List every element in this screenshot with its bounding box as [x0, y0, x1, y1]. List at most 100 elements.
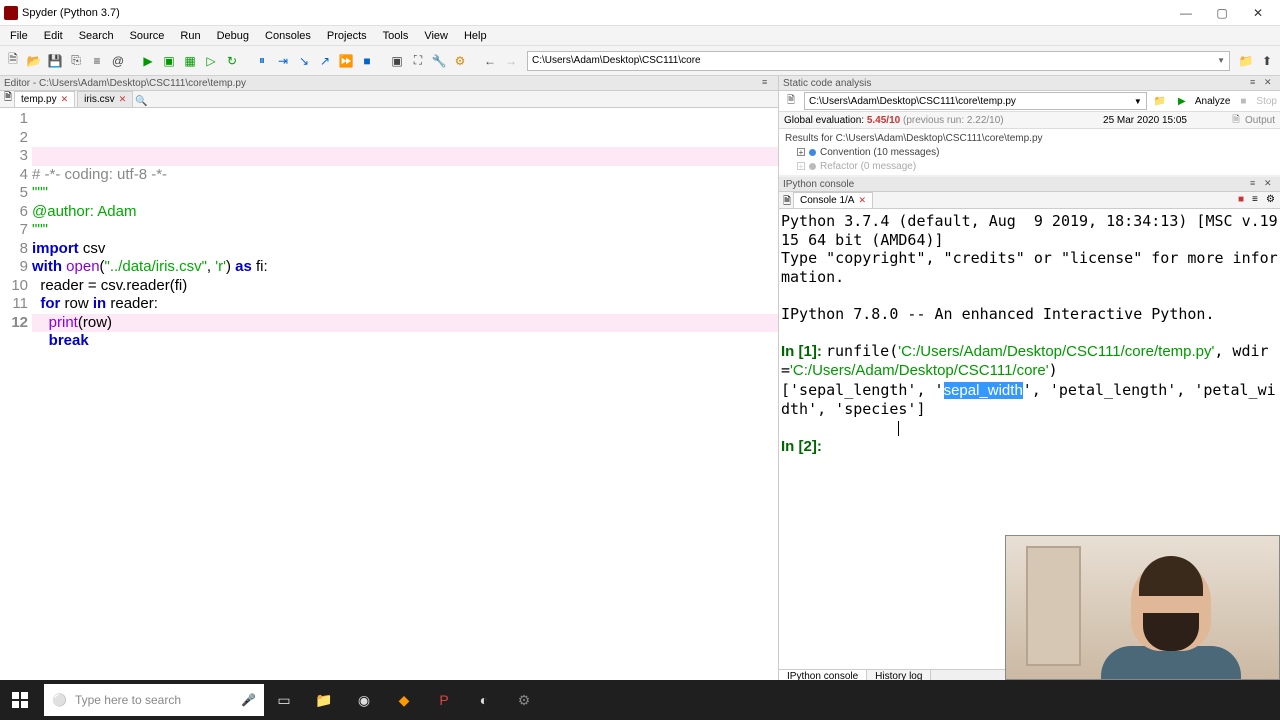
forward-icon[interactable]: →	[502, 52, 520, 70]
file-explorer-icon[interactable]: 📁	[304, 680, 344, 720]
run-selection-icon[interactable]: ▷	[202, 52, 220, 70]
editor-search-icon[interactable]: 🔍	[135, 96, 149, 107]
static-browse-icon[interactable]: 📁	[1151, 92, 1169, 110]
tab-browse-icon[interactable]: 🗎	[0, 90, 14, 107]
task-view-icon[interactable]: ▭	[264, 680, 304, 720]
console-tab-label: Console 1/A	[800, 195, 854, 206]
save-icon[interactable]: 💾	[46, 52, 64, 70]
restart-icon[interactable]: ≡	[1252, 194, 1266, 208]
at-icon[interactable]: @	[109, 52, 127, 70]
analyze-label[interactable]: Analyze	[1195, 96, 1231, 107]
continue-icon[interactable]: ⏩	[337, 52, 355, 70]
tab-iris-csv[interactable]: iris.csv ✕	[77, 91, 133, 107]
step-in-icon[interactable]: ↘	[295, 52, 313, 70]
results-header: Results for C:\Users\Adam\Desktop\CSC111…	[779, 131, 1280, 145]
minimize-button[interactable]	[1168, 3, 1204, 23]
expand-icon[interactable]: +	[797, 162, 805, 170]
console-header-text: IPython console	[783, 179, 854, 190]
menu-run[interactable]: Run	[174, 28, 206, 44]
line-gutter: 1 2 3 4 5 6 7 8 9 10 11 12	[0, 108, 32, 684]
menu-tools[interactable]: Tools	[377, 28, 415, 44]
interrupt-icon[interactable]: ■	[1238, 194, 1252, 208]
console-tabs: 🗎 Console 1/A ✕ ■ ≡ ⚙	[779, 192, 1280, 209]
static-history-icon[interactable]: 🗎	[782, 92, 800, 110]
menu-source[interactable]: Source	[124, 28, 171, 44]
menu-edit[interactable]: Edit	[38, 28, 69, 44]
run-cell-icon[interactable]: ▣	[160, 52, 178, 70]
menu-search[interactable]: Search	[73, 28, 120, 44]
taskbar-icons: ▭ 📁 ◉ ◆ P ◐ ⚙	[264, 680, 544, 720]
maximize-pane-icon[interactable]: ▣	[388, 52, 406, 70]
save-all-icon[interactable]: ⎘	[67, 52, 85, 70]
convention-row[interactable]: + Convention (10 messages)	[779, 145, 1280, 159]
menu-file[interactable]: File	[4, 28, 34, 44]
windows-icon	[12, 692, 28, 708]
spyder-icon[interactable]: ⚙	[504, 680, 544, 720]
debug-icon[interactable]: ⏸	[253, 52, 271, 70]
mic-icon[interactable]: 🎤	[241, 693, 256, 707]
list-icon[interactable]: ≡	[88, 52, 106, 70]
menu-debug[interactable]: Debug	[211, 28, 255, 44]
console-options-icon[interactable]: ≡	[1250, 178, 1262, 190]
close-console-tab-icon[interactable]: ✕	[858, 195, 866, 206]
analyze-button[interactable]: ▶	[1173, 92, 1191, 110]
run-cell-advance-icon[interactable]: ▦	[181, 52, 199, 70]
obs-icon[interactable]: ◐	[464, 680, 504, 720]
static-panel: 🗎 C:\Users\Adam\Desktop\CSC111\core\temp…	[779, 91, 1280, 175]
open-file-icon[interactable]: 📂	[25, 52, 43, 70]
menu-help[interactable]: Help	[458, 28, 493, 44]
rerun-icon[interactable]: ↻	[223, 52, 241, 70]
step-icon[interactable]: ⇥	[274, 52, 292, 70]
close-tab-icon[interactable]: ✕	[119, 94, 127, 105]
code-area[interactable]: # -*- coding: utf-8 -*-"""@author: Adam"…	[32, 108, 778, 684]
preferences-icon[interactable]: 🔧	[430, 52, 448, 70]
python-path-icon[interactable]: ⚙	[451, 52, 469, 70]
browse-dir-icon[interactable]: 📁	[1237, 52, 1255, 70]
tab-label: temp.py	[21, 94, 57, 105]
output-icon[interactable]: 🗎	[1227, 111, 1245, 129]
taskbar: ⚪ Type here to search 🎤 ▭ 📁 ◉ ◆ P ◐ ⚙	[0, 680, 1280, 720]
maximize-button[interactable]	[1204, 3, 1240, 23]
start-button[interactable]	[0, 680, 40, 720]
static-close-icon[interactable]: ✕	[1264, 77, 1276, 89]
stop-analyze-icon[interactable]: ■	[1234, 92, 1252, 110]
current-line-highlight	[32, 147, 778, 166]
static-options-icon[interactable]: ≡	[1250, 77, 1262, 89]
powerpoint-icon[interactable]: P	[424, 680, 464, 720]
editor-tabs: 🗎 temp.py ✕ iris.csv ✕ 🔍	[0, 91, 778, 108]
editor-options-icon[interactable]: ≡	[762, 77, 774, 89]
refactor-text: Refactor (0 message)	[820, 161, 916, 172]
refactor-icon	[809, 163, 816, 170]
chrome-icon[interactable]: ◉	[344, 680, 384, 720]
new-file-icon[interactable]: 🗎	[4, 52, 22, 70]
menu-projects[interactable]: Projects	[321, 28, 373, 44]
eval-score: 5.45/10	[867, 115, 900, 126]
parent-dir-icon[interactable]: ⬆	[1258, 52, 1276, 70]
titlebar: Spyder (Python 3.7)	[0, 0, 1280, 26]
expand-icon[interactable]: +	[797, 148, 805, 156]
eval-date: 25 Mar 2020 15:05	[1103, 115, 1187, 126]
fullscreen-icon[interactable]: ⛶	[409, 52, 427, 70]
close-tab-icon[interactable]: ✕	[61, 94, 69, 105]
stop-debug-icon[interactable]: ■	[358, 52, 376, 70]
menu-consoles[interactable]: Consoles	[259, 28, 317, 44]
close-button[interactable]	[1240, 3, 1276, 23]
step-out-icon[interactable]: ↗	[316, 52, 334, 70]
working-dir-input[interactable]: C:\Users\Adam\Desktop\CSC111\core ▼	[527, 51, 1230, 71]
run-icon[interactable]: ▶	[139, 52, 157, 70]
console-tab-browse-icon[interactable]: 🗎	[779, 194, 793, 208]
refactor-row[interactable]: + Refactor (0 message)	[779, 159, 1280, 173]
taskbar-search[interactable]: ⚪ Type here to search 🎤	[44, 684, 264, 716]
console-close-icon[interactable]: ✕	[1264, 178, 1276, 190]
static-file-combo[interactable]: C:\Users\Adam\Desktop\CSC111\core\temp.p…	[804, 92, 1147, 110]
output-label[interactable]: Output	[1245, 115, 1275, 126]
menu-view[interactable]: View	[418, 28, 454, 44]
console-tab[interactable]: Console 1/A ✕	[793, 192, 873, 208]
tab-temp-py[interactable]: temp.py ✕	[14, 91, 75, 107]
sublime-icon[interactable]: ◆	[384, 680, 424, 720]
main-toolbar: 🗎 📂 💾 ⎘ ≡ @ ▶ ▣ ▦ ▷ ↻ ⏸ ⇥ ↘ ↗ ⏩ ■ ▣ ⛶ 🔧 …	[0, 46, 1280, 76]
code-editor[interactable]: 1 2 3 4 5 6 7 8 9 10 11 12 # -*- coding:…	[0, 108, 778, 684]
back-icon[interactable]: ←	[481, 52, 499, 70]
console-header: IPython console ≡ ✕	[779, 177, 1280, 192]
console-settings-icon[interactable]: ⚙	[1266, 194, 1280, 208]
